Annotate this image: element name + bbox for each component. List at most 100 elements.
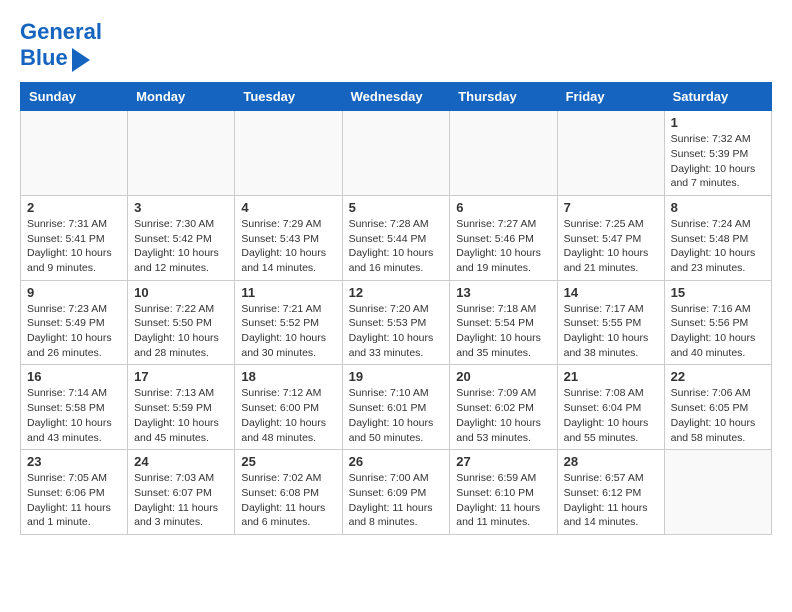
day-number: 13 — [456, 285, 550, 300]
logo-blue: Blue — [20, 46, 68, 70]
calendar-cell: 7 Sunrise: 7:25 AM Sunset: 5:47 PM Daylig… — [557, 195, 664, 280]
calendar-cell: 18 Sunrise: 7:12 AM Sunset: 6:00 PM Dayli… — [235, 365, 342, 450]
day-info: Sunrise: 7:22 AM Sunset: 5:50 PM Dayligh… — [134, 302, 228, 361]
day-info: Sunrise: 7:08 AM Sunset: 6:04 PM Dayligh… — [564, 386, 658, 445]
day-number: 15 — [671, 285, 765, 300]
calendar-cell: 28 Sunrise: 6:57 AM Sunset: 6:12 PM Dayli… — [557, 450, 664, 535]
day-number: 20 — [456, 369, 550, 384]
calendar-header-row: SundayMondayTuesdayWednesdayThursdayFrid… — [21, 83, 772, 111]
day-info: Sunrise: 7:29 AM Sunset: 5:43 PM Dayligh… — [241, 217, 335, 276]
calendar-cell — [128, 111, 235, 196]
calendar-cell — [21, 111, 128, 196]
day-number: 2 — [27, 200, 121, 215]
calendar-cell — [235, 111, 342, 196]
day-info: Sunrise: 7:06 AM Sunset: 6:05 PM Dayligh… — [671, 386, 765, 445]
day-number: 18 — [241, 369, 335, 384]
day-number: 16 — [27, 369, 121, 384]
day-number: 6 — [456, 200, 550, 215]
day-info: Sunrise: 7:28 AM Sunset: 5:44 PM Dayligh… — [349, 217, 444, 276]
logo-general: General — [20, 19, 102, 44]
weekday-header-wednesday: Wednesday — [342, 83, 450, 111]
day-info: Sunrise: 7:27 AM Sunset: 5:46 PM Dayligh… — [456, 217, 550, 276]
calendar-table: SundayMondayTuesdayWednesdayThursdayFrid… — [20, 82, 772, 535]
calendar-week-5: 23 Sunrise: 7:05 AM Sunset: 6:06 PM Dayli… — [21, 450, 772, 535]
weekday-header-sunday: Sunday — [21, 83, 128, 111]
day-number: 12 — [349, 285, 444, 300]
weekday-header-tuesday: Tuesday — [235, 83, 342, 111]
calendar-cell: 22 Sunrise: 7:06 AM Sunset: 6:05 PM Dayli… — [664, 365, 771, 450]
day-number: 26 — [349, 454, 444, 469]
day-info: Sunrise: 7:16 AM Sunset: 5:56 PM Dayligh… — [671, 302, 765, 361]
day-number: 10 — [134, 285, 228, 300]
calendar-cell: 23 Sunrise: 7:05 AM Sunset: 6:06 PM Dayli… — [21, 450, 128, 535]
day-number: 7 — [564, 200, 658, 215]
calendar-cell: 13Sunrise: 7:18 AM Sunset: 5:54 PM Dayli… — [450, 280, 557, 365]
day-info: Sunrise: 6:57 AM Sunset: 6:12 PM Dayligh… — [564, 471, 658, 530]
calendar-cell — [664, 450, 771, 535]
day-number: 3 — [134, 200, 228, 215]
calendar-week-4: 16Sunrise: 7:14 AM Sunset: 5:58 PM Dayli… — [21, 365, 772, 450]
day-info: Sunrise: 6:59 AM Sunset: 6:10 PM Dayligh… — [456, 471, 550, 530]
weekday-header-thursday: Thursday — [450, 83, 557, 111]
day-info: Sunrise: 7:20 AM Sunset: 5:53 PM Dayligh… — [349, 302, 444, 361]
calendar-cell: 8 Sunrise: 7:24 AM Sunset: 5:48 PM Daylig… — [664, 195, 771, 280]
day-number: 28 — [564, 454, 658, 469]
calendar-cell: 20Sunrise: 7:09 AM Sunset: 6:02 PM Dayli… — [450, 365, 557, 450]
day-number: 1 — [671, 115, 765, 130]
calendar-cell: 1 Sunrise: 7:32 AM Sunset: 5:39 PM Daylig… — [664, 111, 771, 196]
calendar-cell: 14Sunrise: 7:17 AM Sunset: 5:55 PM Dayli… — [557, 280, 664, 365]
calendar-cell: 25Sunrise: 7:02 AM Sunset: 6:08 PM Dayli… — [235, 450, 342, 535]
day-info: Sunrise: 7:13 AM Sunset: 5:59 PM Dayligh… — [134, 386, 228, 445]
day-number: 8 — [671, 200, 765, 215]
day-info: Sunrise: 7:10 AM Sunset: 6:01 PM Dayligh… — [349, 386, 444, 445]
calendar-cell: 27 Sunrise: 6:59 AM Sunset: 6:10 PM Dayli… — [450, 450, 557, 535]
day-info: Sunrise: 7:32 AM Sunset: 5:39 PM Dayligh… — [671, 132, 765, 191]
day-info: Sunrise: 7:25 AM Sunset: 5:47 PM Dayligh… — [564, 217, 658, 276]
calendar-week-1: 1 Sunrise: 7:32 AM Sunset: 5:39 PM Daylig… — [21, 111, 772, 196]
calendar-cell: 10 Sunrise: 7:22 AM Sunset: 5:50 PM Dayli… — [128, 280, 235, 365]
calendar-cell: 17 Sunrise: 7:13 AM Sunset: 5:59 PM Dayli… — [128, 365, 235, 450]
day-number: 22 — [671, 369, 765, 384]
calendar-cell: 12 Sunrise: 7:20 AM Sunset: 5:53 PM Dayli… — [342, 280, 450, 365]
day-info: Sunrise: 7:05 AM Sunset: 6:06 PM Dayligh… — [27, 471, 121, 530]
day-number: 21 — [564, 369, 658, 384]
day-info: Sunrise: 7:12 AM Sunset: 6:00 PM Dayligh… — [241, 386, 335, 445]
day-info: Sunrise: 7:21 AM Sunset: 5:52 PM Dayligh… — [241, 302, 335, 361]
day-number: 23 — [27, 454, 121, 469]
weekday-header-monday: Monday — [128, 83, 235, 111]
day-number: 11 — [241, 285, 335, 300]
logo-text: General — [20, 20, 102, 44]
calendar-cell: 21 Sunrise: 7:08 AM Sunset: 6:04 PM Dayli… — [557, 365, 664, 450]
day-info: Sunrise: 7:00 AM Sunset: 6:09 PM Dayligh… — [349, 471, 444, 530]
calendar-cell: 15 Sunrise: 7:16 AM Sunset: 5:56 PM Dayli… — [664, 280, 771, 365]
page-header: General Blue — [20, 20, 772, 72]
day-number: 27 — [456, 454, 550, 469]
calendar-cell — [342, 111, 450, 196]
day-number: 19 — [349, 369, 444, 384]
calendar-cell: 9 Sunrise: 7:23 AM Sunset: 5:49 PM Daylig… — [21, 280, 128, 365]
day-info: Sunrise: 7:31 AM Sunset: 5:41 PM Dayligh… — [27, 217, 121, 276]
calendar-cell: 16Sunrise: 7:14 AM Sunset: 5:58 PM Dayli… — [21, 365, 128, 450]
day-info: Sunrise: 7:30 AM Sunset: 5:42 PM Dayligh… — [134, 217, 228, 276]
day-info: Sunrise: 7:17 AM Sunset: 5:55 PM Dayligh… — [564, 302, 658, 361]
day-number: 5 — [349, 200, 444, 215]
day-number: 4 — [241, 200, 335, 215]
day-info: Sunrise: 7:24 AM Sunset: 5:48 PM Dayligh… — [671, 217, 765, 276]
logo-arrow-icon — [72, 48, 90, 72]
day-number: 17 — [134, 369, 228, 384]
calendar-cell: 24Sunrise: 7:03 AM Sunset: 6:07 PM Dayli… — [128, 450, 235, 535]
calendar-cell: 11 Sunrise: 7:21 AM Sunset: 5:52 PM Dayli… — [235, 280, 342, 365]
day-info: Sunrise: 7:23 AM Sunset: 5:49 PM Dayligh… — [27, 302, 121, 361]
calendar-cell: 19 Sunrise: 7:10 AM Sunset: 6:01 PM Dayli… — [342, 365, 450, 450]
calendar-cell: 2 Sunrise: 7:31 AM Sunset: 5:41 PM Daylig… — [21, 195, 128, 280]
calendar-cell: 6 Sunrise: 7:27 AM Sunset: 5:46 PM Daylig… — [450, 195, 557, 280]
calendar-week-3: 9 Sunrise: 7:23 AM Sunset: 5:49 PM Daylig… — [21, 280, 772, 365]
day-number: 9 — [27, 285, 121, 300]
calendar-cell: 3 Sunrise: 7:30 AM Sunset: 5:42 PM Daylig… — [128, 195, 235, 280]
calendar-cell: 26 Sunrise: 7:00 AM Sunset: 6:09 PM Dayli… — [342, 450, 450, 535]
calendar-cell: 4 Sunrise: 7:29 AM Sunset: 5:43 PM Daylig… — [235, 195, 342, 280]
day-number: 24 — [134, 454, 228, 469]
logo: General Blue — [20, 20, 102, 72]
calendar-cell — [557, 111, 664, 196]
calendar-week-2: 2 Sunrise: 7:31 AM Sunset: 5:41 PM Daylig… — [21, 195, 772, 280]
